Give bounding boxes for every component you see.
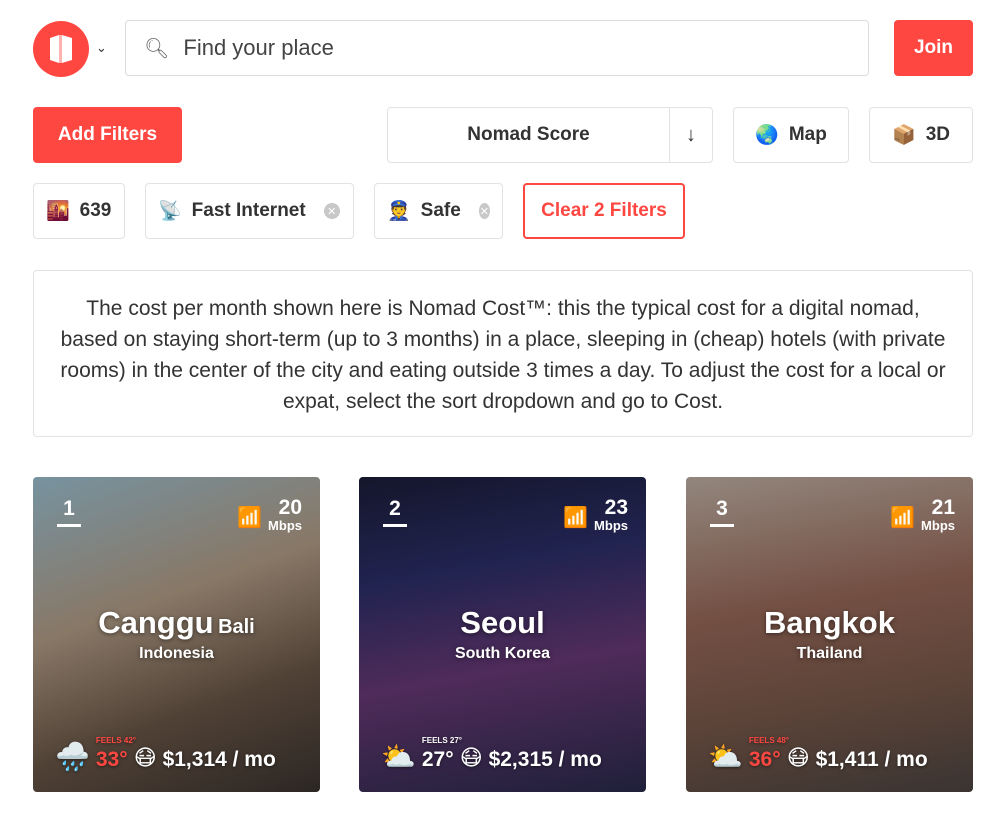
search-bar[interactable]: 🔍︎ — [125, 20, 869, 76]
internet-speed: 📶 23 Mbps — [563, 497, 628, 533]
card-city: Canggu Bali — [33, 605, 320, 641]
monthly-cost: $1,314 / mo — [162, 748, 276, 771]
satellite-dish-icon: 📡 — [158, 201, 182, 222]
temperature: 27° — [421, 748, 454, 771]
join-button[interactable]: Join — [894, 20, 973, 76]
wifi-icon: 📶 — [237, 507, 263, 529]
filter-chip-fast-internet[interactable]: 📡 Fast Internet ✕ — [145, 183, 354, 239]
feels-like: FEELS 42° — [95, 736, 136, 745]
package-box-icon: 📦 — [892, 125, 916, 146]
card-city: Bangkok — [686, 605, 973, 641]
face-mask-icon: 😷 — [459, 745, 483, 770]
search-input[interactable] — [183, 35, 844, 61]
card-rank: 1 — [57, 497, 81, 527]
nomad-cost-notice: The cost per month shown here is Nomad C… — [33, 270, 973, 437]
results-count: 639 — [79, 200, 112, 221]
city-card-canggu[interactable]: 1 📶 20 Mbps Canggu Bali Indonesia 🌧️ FEE… — [33, 477, 320, 792]
face-mask-icon: 😷 — [133, 745, 157, 770]
3d-button[interactable]: 📦 3D — [869, 107, 973, 163]
temperature: 36° — [748, 748, 781, 771]
card-country: Indonesia — [139, 645, 214, 662]
card-rank: 2 — [383, 497, 407, 527]
map-button[interactable]: 🌏 Map — [733, 107, 849, 163]
globe-icon: 🌏 — [755, 125, 779, 146]
feels-like: FEELS 48° — [748, 736, 789, 745]
sun-behind-cloud-icon: ⛅ — [381, 741, 416, 772]
filter-chip-safe[interactable]: 👮 Safe ✕ — [374, 183, 503, 239]
sort-select[interactable]: Nomad Score — [388, 108, 670, 162]
monthly-cost: $2,315 / mo — [488, 748, 602, 771]
internet-speed-value: 23 — [604, 496, 628, 519]
city-card-seoul[interactable]: 2 📶 23 Mbps Seoul South Korea ⛅ FEELS 27… — [359, 477, 646, 792]
card-weather-cost: ⛅ FEELS 48° 36° 😷 $1,411 / mo — [708, 736, 928, 772]
card-country: Thailand — [796, 645, 863, 662]
remove-filter-icon[interactable]: ✕ — [478, 203, 490, 219]
internet-speed-unit: Mbps — [921, 518, 955, 533]
logo-icon — [50, 35, 72, 63]
police-officer-icon: 👮 — [387, 201, 411, 222]
card-weather-cost: 🌧️ FEELS 42° 33° 😷 $1,314 / mo — [55, 736, 276, 772]
rain-cloud-icon: 🌧️ — [55, 741, 90, 772]
sort-dropdown[interactable]: Nomad Score ↓ — [387, 107, 713, 163]
internet-speed: 📶 20 Mbps — [237, 497, 302, 533]
remove-filter-icon[interactable]: ✕ — [323, 203, 340, 219]
sun-behind-cloud-icon: ⛅ — [708, 741, 743, 772]
clear-filters-button[interactable]: Clear 2 Filters — [523, 183, 685, 239]
city-name: Canggu — [98, 605, 214, 640]
card-country: South Korea — [454, 645, 551, 662]
filter-chip-label: Safe — [420, 200, 461, 221]
internet-speed-unit: Mbps — [594, 518, 628, 533]
city-region: Bali — [218, 616, 255, 638]
monthly-cost: $1,411 / mo — [815, 748, 928, 771]
3d-button-label: 3D — [925, 124, 950, 145]
temperature: 33° — [95, 748, 128, 771]
internet-speed: 📶 21 Mbps — [890, 497, 955, 533]
internet-speed-value: 20 — [278, 496, 302, 519]
city-name: Bangkok — [764, 605, 895, 640]
internet-speed-unit: Mbps — [268, 518, 302, 533]
map-button-label: Map — [788, 124, 827, 145]
city-sunset-icon: 🌇 — [46, 201, 70, 222]
internet-speed-value: 21 — [931, 496, 955, 519]
logo[interactable] — [33, 21, 89, 77]
face-mask-icon: 😷 — [786, 745, 810, 770]
filter-chip-label: Fast Internet — [191, 200, 306, 221]
city-name: Seoul — [460, 605, 545, 640]
sort-direction-arrow-icon[interactable]: ↓ — [670, 108, 712, 162]
wifi-icon: 📶 — [563, 507, 589, 529]
add-filters-button[interactable]: Add Filters — [33, 107, 182, 163]
card-city: Seoul — [359, 605, 646, 641]
results-count-chip[interactable]: 🌇 639 — [33, 183, 125, 239]
feels-like: FEELS 27° — [421, 736, 462, 745]
card-weather-cost: ⛅ FEELS 27° 27° 😷 $2,315 / mo — [381, 736, 602, 772]
card-rank: 3 — [710, 497, 734, 527]
wifi-icon: 📶 — [890, 507, 916, 529]
city-card-bangkok[interactable]: 3 📶 21 Mbps Bangkok Thailand ⛅ FEELS 48°… — [686, 477, 973, 792]
search-icon: 🔍︎ — [144, 37, 170, 60]
chevron-down-icon[interactable]: ⌄ — [96, 40, 107, 56]
